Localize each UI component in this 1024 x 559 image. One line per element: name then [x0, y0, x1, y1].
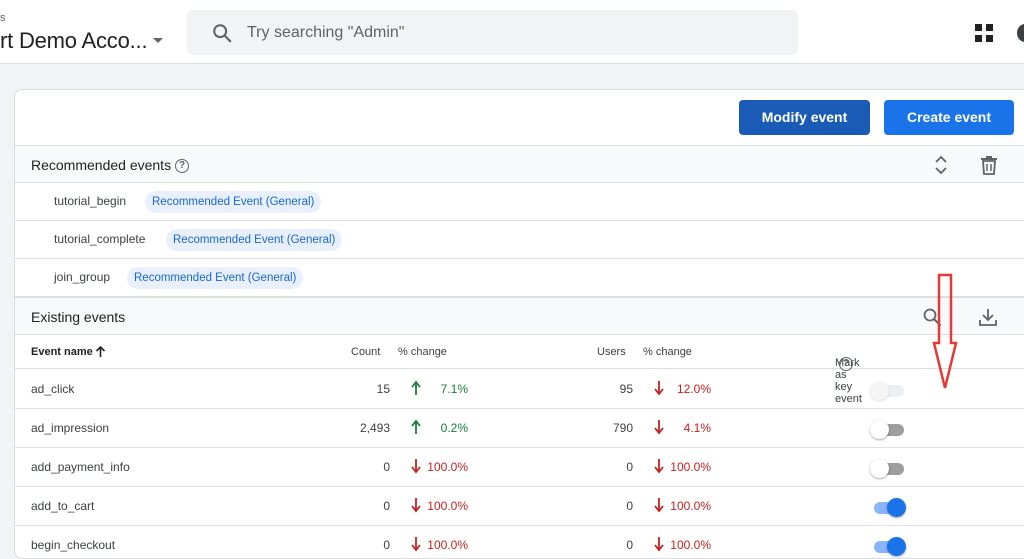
expand-collapse-icon[interactable] — [933, 155, 949, 175]
event-count: 0 — [383, 460, 390, 474]
event-users: 0 — [626, 460, 633, 474]
key-event-toggle — [870, 380, 906, 400]
account-breadcrumb: s — [0, 12, 6, 24]
create-event-button[interactable]: Create event — [884, 100, 1014, 135]
annotation-arrow-icon — [932, 273, 958, 389]
event-users: 0 — [626, 538, 633, 552]
recommended-event-row[interactable]: tutorial_begin Recommended Event (Genera… — [15, 183, 1024, 221]
toggle-knob — [870, 459, 889, 478]
event-name[interactable]: begin_checkout — [31, 538, 115, 552]
event-name[interactable]: ad_impression — [31, 421, 109, 435]
users-change: 100.0% — [670, 538, 711, 552]
event-name-header[interactable]: Event name — [31, 346, 93, 358]
key-event-toggle[interactable] — [870, 497, 906, 517]
event-users: 0 — [626, 499, 633, 513]
users-change: 100.0% — [670, 460, 711, 474]
recommended-event-tag: Recommended Event (General) — [166, 229, 343, 251]
count-change: 100.0% — [427, 538, 468, 552]
table-row[interactable]: ad_click 15 7.1% 95 12.0% — [15, 370, 1024, 409]
recommended-event-tag: Recommended Event (General) — [127, 267, 304, 289]
event-users: 95 — [619, 382, 633, 396]
toggle-knob — [887, 537, 906, 556]
event-name[interactable]: add_payment_info — [31, 460, 130, 474]
recommended-events-header: Recommended events? — [15, 145, 1024, 183]
existing-events-title: Existing events — [31, 309, 126, 325]
count-change-header[interactable]: % change — [398, 346, 447, 358]
delete-icon[interactable] — [980, 155, 998, 175]
count-change: 7.1% — [440, 382, 468, 396]
event-count: 2,493 — [359, 421, 390, 435]
top-bar: s rt Demo Acco... — [0, 0, 1024, 64]
event-count: 0 — [383, 538, 390, 552]
recommended-event-row[interactable]: join_group Recommended Event (General) — [15, 259, 1024, 297]
apps-grid-icon[interactable] — [975, 24, 993, 42]
recommended-event-row[interactable]: tutorial_complete Recommended Event (Gen… — [15, 221, 1024, 259]
account-selector[interactable]: rt Demo Acco... — [0, 28, 148, 54]
toggle-knob — [870, 420, 889, 439]
count-change: 100.0% — [427, 460, 468, 474]
modify-event-button[interactable]: Modify event — [739, 100, 870, 135]
search-bar[interactable] — [187, 10, 798, 55]
recommended-event-tag: Recommended Event (General) — [145, 191, 322, 213]
recommended-event-name: join_group — [54, 270, 111, 284]
count-header[interactable]: Count — [351, 346, 380, 358]
users-change-header[interactable]: % change — [643, 346, 692, 358]
users-change: 4.1% — [683, 421, 711, 435]
table-row[interactable]: begin_checkout 0 100.0% 0 100.0% — [15, 526, 1024, 558]
event-name[interactable]: add_to_cart — [31, 499, 94, 513]
table-row[interactable]: ad_impression 2,493 0.2% 790 4.1% — [15, 409, 1024, 448]
recommended-event-name: tutorial_complete — [54, 232, 146, 246]
search-icon — [213, 24, 232, 43]
existing-events-header: Existing events — [15, 297, 1024, 335]
sort-ascending-icon[interactable] — [95, 345, 106, 358]
table-header: Event name Count % change Users % change… — [15, 335, 1024, 405]
users-change: 100.0% — [670, 499, 711, 513]
event-name[interactable]: ad_click — [31, 382, 74, 396]
event-count: 15 — [376, 382, 390, 396]
toggle-knob — [870, 381, 889, 400]
download-icon[interactable] — [978, 307, 998, 327]
table-row[interactable]: add_to_cart 0 100.0% 0 100.0% — [15, 487, 1024, 526]
toggle-knob — [887, 498, 906, 517]
count-change: 100.0% — [427, 499, 468, 513]
event-count: 0 — [383, 499, 390, 513]
recommended-event-name: tutorial_begin — [54, 194, 127, 208]
chevron-down-icon[interactable] — [153, 38, 163, 43]
help-icon[interactable]: ? — [175, 159, 190, 174]
users-header[interactable]: Users — [597, 346, 626, 358]
key-event-toggle[interactable] — [870, 536, 906, 556]
key-event-toggle[interactable] — [870, 458, 906, 478]
count-change: 0.2% — [440, 421, 468, 435]
users-change: 12.0% — [676, 382, 711, 396]
avatar[interactable] — [1017, 24, 1024, 42]
event-users: 790 — [612, 421, 633, 435]
search-input[interactable] — [247, 10, 767, 55]
table-row[interactable]: add_payment_info 0 100.0% 0 100.0% — [15, 448, 1024, 487]
events-card: Modify event Create event Recommended ev… — [14, 89, 1024, 559]
help-icon[interactable]: ? — [839, 357, 853, 371]
recommended-events-title: Recommended events — [31, 157, 172, 173]
key-event-toggle[interactable] — [870, 419, 906, 439]
